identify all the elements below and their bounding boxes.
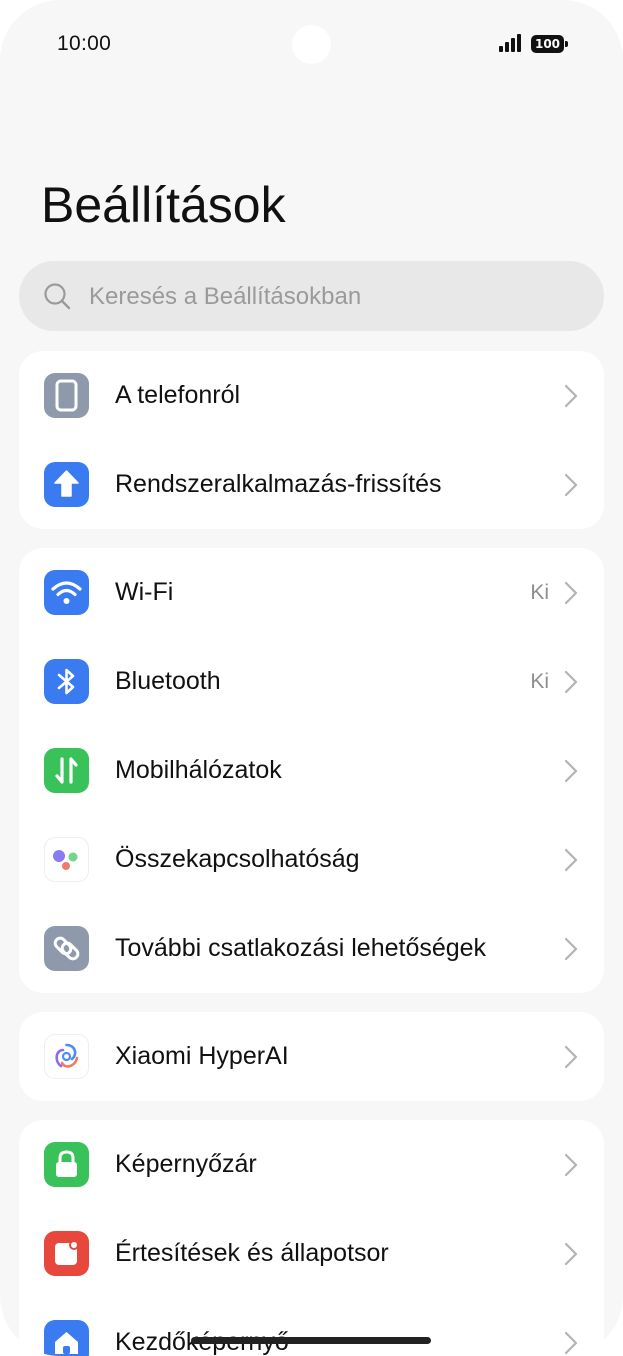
settings-item-label: Wi-Fi xyxy=(115,578,174,606)
phone-screen: 10:00 100 Beállítások Keresés a Beállítá… xyxy=(0,0,623,1356)
phone-icon xyxy=(44,373,89,418)
notification-icon xyxy=(44,1231,89,1276)
settings-item-more-connection-options[interactable]: További csatlakozási lehetőségek xyxy=(19,904,604,993)
connectivity-dots-icon xyxy=(44,837,89,882)
settings-item-lock-screen[interactable]: Képernyőzár xyxy=(19,1120,604,1209)
settings-item-label: Mobilhálózatok xyxy=(115,756,282,784)
chevron-right-icon xyxy=(564,848,578,872)
settings-item-label: Összekapcsolhatóság xyxy=(115,845,360,873)
home-icon xyxy=(44,1320,89,1356)
settings-item-label: Értesítések és állapotsor xyxy=(115,1239,389,1267)
settings-item-system-apps-update[interactable]: Rendszeralkalmazás-frissítés xyxy=(19,440,604,529)
signal-strength-icon xyxy=(499,34,521,52)
chevron-right-icon xyxy=(564,937,578,961)
settings-group-device: A telefonról Rendszeralkalmazás-frissíté… xyxy=(19,351,604,529)
hyperai-swirl-icon xyxy=(44,1034,89,1079)
settings-item-notifications-status-bar[interactable]: Értesítések és állapotsor xyxy=(19,1209,604,1298)
wifi-icon xyxy=(44,570,89,615)
chevron-right-icon xyxy=(564,1153,578,1177)
settings-item-about-phone[interactable]: A telefonról xyxy=(19,351,604,440)
settings-item-label: Kezdőképernyő xyxy=(115,1298,289,1356)
wifi-status-value: Ki xyxy=(530,581,549,604)
settings-item-label: Xiaomi HyperAI xyxy=(115,1042,289,1070)
chevron-right-icon xyxy=(564,384,578,408)
chevron-right-icon xyxy=(564,473,578,497)
settings-item-connectivity[interactable]: Összekapcsolhatóság xyxy=(19,815,604,904)
settings-item-mobile-networks[interactable]: Mobilhálózatok xyxy=(19,726,604,815)
settings-item-bluetooth[interactable]: Bluetooth Ki xyxy=(19,637,604,726)
bluetooth-icon xyxy=(44,659,89,704)
settings-item-label: Rendszeralkalmazás-frissítés xyxy=(115,470,442,498)
battery-icon: 100 xyxy=(531,35,568,53)
chevron-right-icon xyxy=(564,1331,578,1355)
chevron-right-icon xyxy=(564,759,578,783)
bluetooth-status-value: Ki xyxy=(530,670,549,693)
mobile-data-icon xyxy=(44,748,89,793)
search-icon xyxy=(44,283,71,310)
chevron-right-icon xyxy=(564,581,578,605)
settings-group-ai: Xiaomi HyperAI xyxy=(19,1012,604,1101)
front-camera-cutout xyxy=(292,25,331,64)
chevron-right-icon xyxy=(564,1045,578,1069)
lock-icon xyxy=(44,1142,89,1187)
settings-item-xiaomi-hyperai[interactable]: Xiaomi HyperAI xyxy=(19,1012,604,1101)
settings-item-label: A telefonról xyxy=(115,381,241,409)
search-placeholder: Keresés a Beállításokban xyxy=(89,283,362,310)
settings-group-connections: Wi-Fi Ki Bluetooth Ki Mobilhálózatok Öss… xyxy=(19,548,604,993)
settings-item-label: Bluetooth xyxy=(115,667,221,695)
page-title: Beállítások xyxy=(41,177,286,233)
settings-item-home-screen[interactable]: Kezdőképernyő xyxy=(19,1298,604,1356)
settings-item-label: További csatlakozási lehetőségek xyxy=(115,934,487,962)
settings-item-wifi[interactable]: Wi-Fi Ki xyxy=(19,548,604,637)
status-bar: 10:00 100 xyxy=(0,0,623,90)
settings-item-label: Képernyőzár xyxy=(115,1150,257,1178)
settings-group-display: Képernyőzár Értesítések és állapotsor xyxy=(19,1120,604,1356)
battery-level: 100 xyxy=(534,37,561,51)
link-icon xyxy=(44,926,89,971)
search-input[interactable]: Keresés a Beállításokban xyxy=(19,261,604,331)
home-gesture-bar[interactable] xyxy=(191,1337,431,1344)
update-arrow-icon xyxy=(44,462,89,507)
status-time: 10:00 xyxy=(57,32,112,55)
chevron-right-icon xyxy=(564,1242,578,1266)
chevron-right-icon xyxy=(564,670,578,694)
